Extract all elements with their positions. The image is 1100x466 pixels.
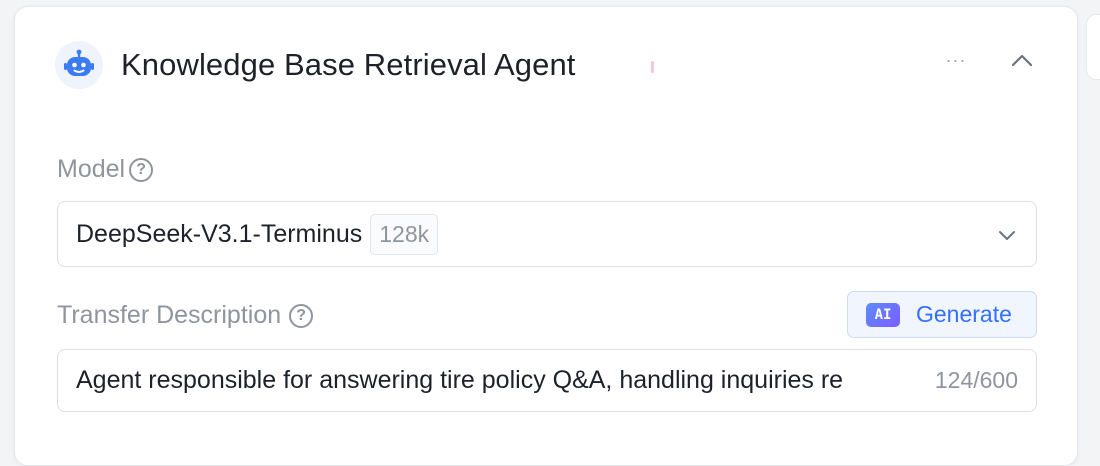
agent-title: Knowledge Base Retrieval Agent	[121, 47, 576, 82]
transfer-description-value: Agent responsible for answering tire pol…	[76, 366, 844, 394]
decorative-mark	[651, 61, 654, 73]
transfer-description-label: Transfer Description ?	[57, 301, 314, 330]
chevron-down-icon	[996, 224, 1018, 246]
question-circle-icon[interactable]: ?	[129, 157, 154, 182]
transfer-description-label-text: Transfer Description	[57, 301, 282, 329]
agent-header: Knowledge Base Retrieval Agent	[55, 41, 576, 89]
more-horizontal-icon[interactable]: ···	[943, 47, 969, 73]
agent-card: Knowledge Base Retrieval Agent ··· Model…	[14, 6, 1078, 466]
model-name: DeepSeek-V3.1-Terminus	[76, 219, 363, 248]
transfer-description-input[interactable]: Agent responsible for answering tire pol…	[57, 349, 1037, 412]
model-select[interactable]: DeepSeek-V3.1-Terminus 128k	[57, 201, 1037, 267]
chevron-up-icon[interactable]	[1009, 47, 1035, 73]
ai-icon: AI	[866, 302, 900, 327]
context-length-badge: 128k	[370, 213, 439, 255]
character-count: 124/600	[934, 367, 1018, 393]
question-circle-icon[interactable]: ?	[289, 303, 314, 328]
model-label: Model ?	[57, 155, 154, 184]
generate-button[interactable]: AI Generate	[847, 291, 1037, 338]
model-label-text: Model	[57, 155, 126, 183]
generate-label: Generate	[916, 301, 1012, 327]
robot-icon	[55, 41, 103, 89]
adjacent-card	[1086, 14, 1100, 80]
